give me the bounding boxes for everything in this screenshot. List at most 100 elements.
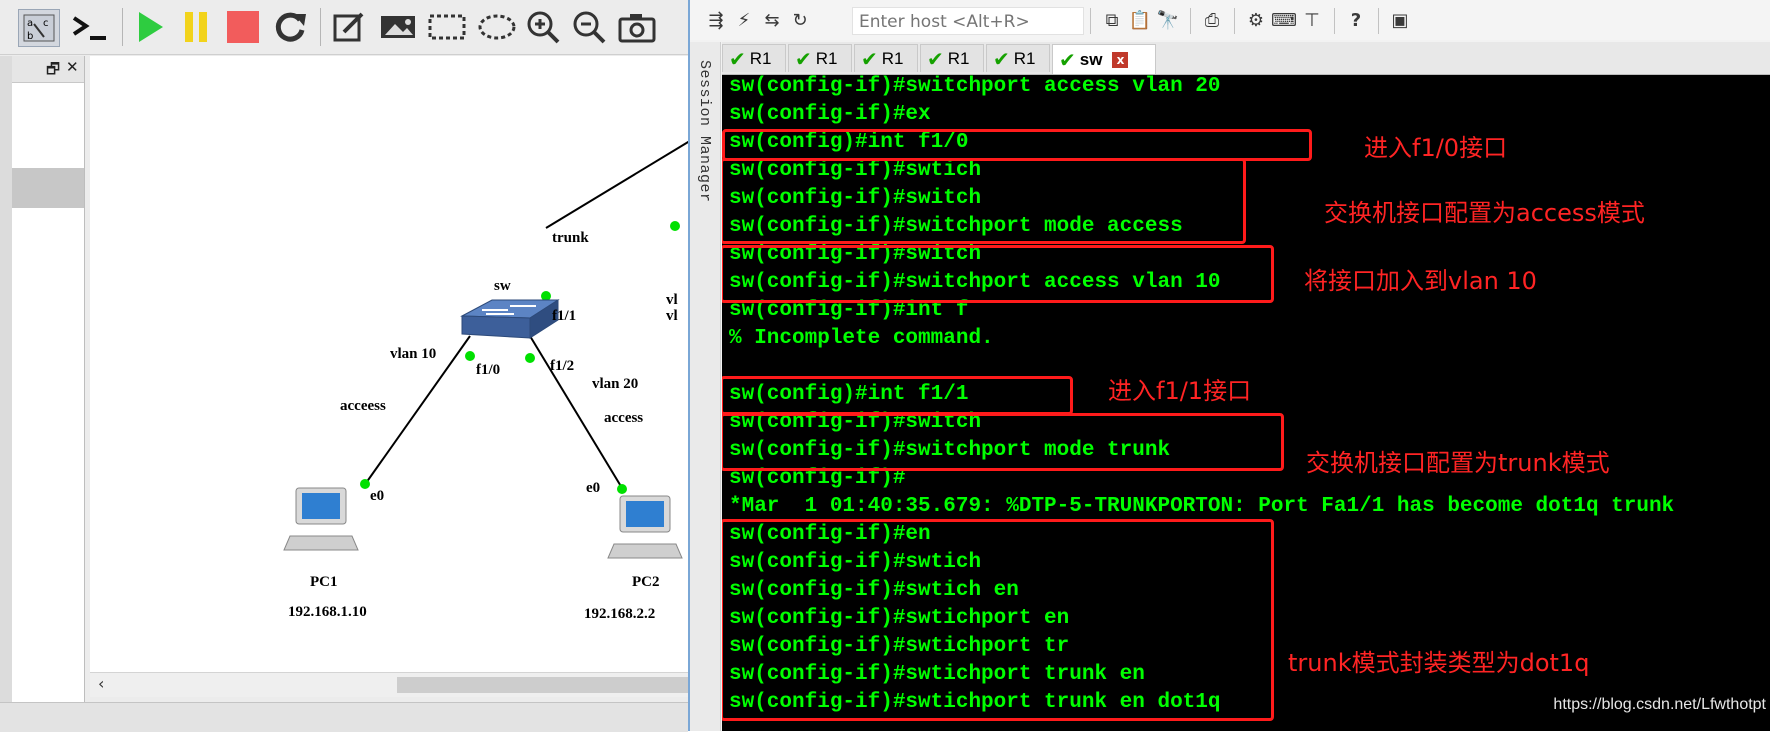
- settings-icon[interactable]: ⚙: [1244, 8, 1268, 32]
- switch-port-f1-1-label: f1/1: [552, 308, 577, 324]
- tab-r1[interactable]: ✔ R1: [722, 44, 786, 72]
- left-edge-panel: [0, 56, 12, 702]
- terminal-output[interactable]: sw(config-if)#switchport access vlan 20 …: [722, 75, 1770, 731]
- pc1-port-label: e0: [370, 488, 385, 504]
- svg-text:b: b: [27, 31, 33, 42]
- pc1-mode-label: acceess: [340, 398, 386, 414]
- switch-name-label: sw: [494, 278, 511, 294]
- gns3-window: ac b 🗗 ✕ trunk sw f1/1 vlan 10 f1/0 f1/2…: [0, 0, 688, 732]
- session-manager-panel[interactable]: Session Manager: [690, 42, 721, 731]
- watermark: https://blog.csdn.net/Lfwthotpt: [1553, 696, 1766, 713]
- switch-port-f1-2-label: f1/2: [550, 358, 575, 374]
- connect-bar-icon[interactable]: ⇶: [704, 8, 728, 32]
- dock-float-icon[interactable]: 🗗: [46, 59, 60, 84]
- help-icon[interactable]: ?: [1344, 8, 1368, 32]
- tab-r1[interactable]: ✔ R1: [986, 44, 1050, 72]
- terminal-line: % Incomplete command.: [729, 327, 994, 350]
- draw-ellipse-icon[interactable]: [476, 9, 518, 45]
- copy-icon[interactable]: ⧉: [1100, 8, 1124, 32]
- canvas-horizontal-scrollbar[interactable]: ‹: [90, 672, 688, 697]
- terminal-line: sw(config-if)#ex: [729, 103, 931, 126]
- annotation-add-vlan-10: 将接口加入到vlan 10: [1304, 267, 1537, 295]
- quick-connect-icon[interactable]: ⚡: [732, 8, 756, 32]
- tab-label: R1: [1013, 48, 1036, 68]
- screenshot-icon[interactable]: [616, 9, 658, 45]
- securecrt-window: ⇶ ⚡ ⇆ ↻ ⧉ 📋 🔭 ⎙ ⚙ ⌨ ⊤ ? ▣ Session Manage…: [688, 0, 1770, 731]
- cut-label-1: vl: [666, 292, 678, 308]
- find-icon[interactable]: 🔭: [1156, 8, 1180, 32]
- dock-close-icon[interactable]: ✕: [66, 58, 79, 76]
- sw-f1-2-port-dot: [525, 353, 535, 363]
- scroll-thumb[interactable]: [397, 677, 688, 693]
- console-connect-icon[interactable]: [0, 9, 14, 45]
- tab-label: R1: [815, 48, 838, 68]
- pc1-vlan-label: vlan 10: [390, 346, 437, 362]
- pc2-name-label: PC2: [632, 574, 660, 590]
- sftp-icon[interactable]: ⊤: [1300, 8, 1324, 32]
- draw-rectangle-icon[interactable]: [426, 9, 468, 45]
- dock-header: 🗗 ✕: [12, 56, 84, 83]
- terminal-line: sw(config-if)#int f: [729, 299, 969, 322]
- paste-icon[interactable]: 📋: [1128, 8, 1152, 32]
- dock-selected-item[interactable]: [12, 168, 84, 208]
- pc1-name-label: PC1: [310, 574, 338, 590]
- gns3-toolbar: ac b: [0, 0, 688, 55]
- start-icon[interactable]: [132, 9, 168, 45]
- pc1-ip-label: 192.168.1.10: [288, 604, 367, 620]
- trunk-link-label: trunk: [552, 230, 589, 246]
- switch-port-f1-0-label: f1/0: [476, 362, 501, 378]
- cut-label-2: vl: [666, 308, 678, 324]
- tab-close-icon[interactable]: x: [1112, 51, 1129, 68]
- tab-r1[interactable]: ✔ R1: [788, 44, 852, 72]
- sw-f1-0-port-dot: [465, 351, 475, 361]
- tab-r1[interactable]: ✔ R1: [854, 44, 918, 72]
- topology-canvas[interactable]: trunk sw f1/1 vlan 10 f1/0 f1/2 vlan 20 …: [90, 56, 688, 678]
- add-note-icon[interactable]: [330, 9, 368, 45]
- tab-label: R1: [947, 48, 970, 68]
- annotation-enter-f1-0: 进入f1/0接口: [1364, 134, 1508, 162]
- securecrt-toolbar: ⇶ ⚡ ⇆ ↻ ⧉ 📋 🔭 ⎙ ⚙ ⌨ ⊤ ? ▣: [690, 0, 1770, 40]
- about-icon[interactable]: ▣: [1388, 8, 1412, 32]
- reconnect-icon[interactable]: ↻: [788, 8, 812, 32]
- connected-check-icon: ✔: [861, 46, 878, 71]
- session-tabs: ✔ R1 ✔ R1 ✔ R1 ✔ R1 ✔ R1 ✔ sw x: [722, 42, 1770, 75]
- pc2-ip-label: 192.168.2.2: [584, 606, 656, 622]
- zoom-in-icon[interactable]: [524, 9, 562, 45]
- print-icon[interactable]: ⎙: [1200, 8, 1224, 32]
- suspend-icon[interactable]: [178, 9, 214, 45]
- tab-sw[interactable]: ✔ sw x: [1052, 44, 1156, 74]
- scroll-left-icon[interactable]: ‹: [98, 674, 104, 693]
- insert-image-icon[interactable]: [378, 9, 418, 45]
- annotation-trunk-mode: 交换机接口配置为trunk模式: [1306, 449, 1610, 477]
- host-input[interactable]: [857, 11, 1081, 33]
- tab-r1[interactable]: ✔ R1: [920, 44, 984, 72]
- pc2-port-label: e0: [586, 480, 601, 496]
- highlight-box-access-vlan: [722, 245, 1274, 303]
- highlight-box-mode-trunk: [722, 413, 1284, 471]
- terminal-line: sw(config-if)#switchport access vlan 20: [729, 75, 1221, 98]
- terminal-line: sw(config-if)#: [729, 467, 906, 490]
- keymap-icon[interactable]: ⌨: [1271, 8, 1297, 32]
- switch-icon: [460, 299, 560, 339]
- zoom-out-icon[interactable]: [570, 9, 608, 45]
- annotation-access-mode: 交换机接口配置为access模式: [1324, 199, 1645, 227]
- connected-check-icon: ✔: [795, 46, 812, 71]
- show-interface-labels-icon[interactable]: ac b: [18, 9, 60, 47]
- pc2-icon: [607, 495, 683, 559]
- gns3-status-bar: [0, 702, 688, 732]
- host-box[interactable]: [852, 7, 1084, 35]
- pc2-mode-label: access: [604, 410, 644, 426]
- connected-check-icon: ✔: [927, 46, 944, 71]
- annotation-enter-f1-1: 进入f1/1接口: [1108, 377, 1252, 405]
- console-all-icon[interactable]: [70, 9, 114, 45]
- pc1-icon: [283, 487, 359, 551]
- highlight-box-encapsulation: [722, 519, 1274, 721]
- stop-icon[interactable]: [224, 9, 262, 45]
- pc2-vlan-label: vlan 20: [592, 376, 639, 392]
- connect-tab-icon[interactable]: ⇆: [760, 8, 784, 32]
- highlight-box-int-f1-1: [722, 376, 1073, 415]
- reload-icon[interactable]: [272, 9, 310, 45]
- highlight-box-mode-access: [722, 158, 1246, 244]
- connected-check-icon: ✔: [729, 46, 746, 71]
- annotation-dot1q: trunk模式封装类型为dot1q: [1288, 649, 1590, 677]
